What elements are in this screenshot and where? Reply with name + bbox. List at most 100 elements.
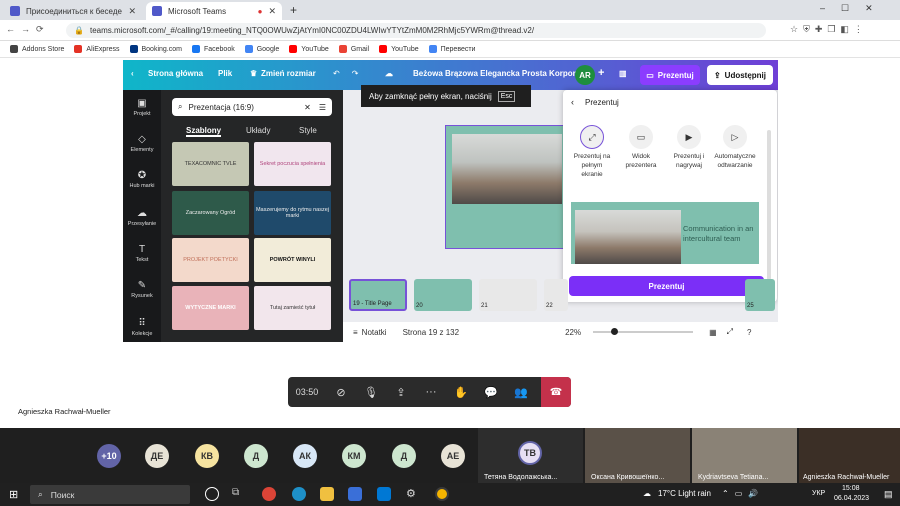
sidebar-item-elements[interactable]: ◇ Elementy	[123, 134, 161, 153]
store-icon[interactable]	[348, 487, 362, 501]
template-thumbnail[interactable]: TEXACOMNIC TVLE	[172, 142, 249, 186]
bookmark-item[interactable]: Booking.com	[129, 45, 182, 53]
option-present-record[interactable]: ▶︎ Prezentuj i nagrywaj	[667, 125, 711, 170]
template-thumbnail[interactable]: Maszerujemy do rytmu naszej marki	[254, 191, 331, 235]
participant-tile[interactable]: ТВ Тетяна Водолажська...	[478, 428, 583, 483]
bookmark-item[interactable]: Google	[244, 45, 279, 53]
template-thumbnail[interactable]: Sekret poczucia spełnienia	[254, 142, 331, 186]
cortana-icon[interactable]	[205, 487, 219, 501]
template-search-input[interactable]: ⌕ Prezentacja (16:9) ✕ ☰	[172, 98, 332, 116]
browser-icon[interactable]	[292, 487, 306, 501]
participant-avatar[interactable]: КВ	[195, 444, 219, 468]
windows-start-icon[interactable]: ⊞	[9, 488, 18, 501]
close-icon[interactable]: ✕	[268, 6, 276, 17]
chat-button[interactable]: 💬	[476, 377, 506, 407]
scrollbar[interactable]	[767, 130, 771, 280]
mic-off-button[interactable]: 🎙	[356, 377, 386, 407]
bookmark-item[interactable]: Facebook	[191, 45, 235, 53]
option-autoplay[interactable]: ▷ Automatyczne odtwarzanie	[713, 125, 757, 170]
sidebar-item-text[interactable]: T Tekst	[123, 244, 161, 263]
template-thumbnail[interactable]: POWRÓT WINYLI	[254, 238, 331, 282]
clear-icon[interactable]: ✕	[304, 103, 311, 112]
avatar[interactable]: AR	[575, 65, 595, 85]
camera-off-button[interactable]: ⊘	[326, 377, 356, 407]
language-indicator[interactable]: УКР	[812, 490, 825, 497]
file-menu[interactable]: Plik	[218, 69, 232, 78]
template-thumbnail[interactable]: Tutaj zamieść tytuł	[254, 286, 331, 330]
option-presenter-view[interactable]: ▭ Widok prezentera	[619, 125, 663, 170]
tab-microsoft-teams[interactable]: Microsoft Teams ● ✕	[146, 2, 282, 20]
template-thumbnail[interactable]: Zaczarowany Ogród	[172, 191, 249, 235]
undo-redo-icons[interactable]: ↶↷	[333, 69, 370, 78]
participant-avatar[interactable]: Д	[244, 444, 268, 468]
bookmark-item[interactable]: Addons Store	[10, 45, 64, 53]
nav-buttons[interactable]: ←→⟳	[6, 24, 50, 35]
filter-icon[interactable]: ☰	[319, 103, 326, 112]
page-thumbnail[interactable]: 22	[544, 279, 568, 311]
page-thumbnail[interactable]: 19 - Title Page	[349, 279, 407, 311]
participant-avatar[interactable]: АК	[293, 444, 317, 468]
page-thumbnail[interactable]: 20	[414, 279, 472, 311]
analytics-icon[interactable]: ▥	[619, 69, 627, 78]
template-thumbnail[interactable]: PROJEKT POETYCKI	[172, 238, 249, 282]
tab-templates[interactable]: Szablony	[186, 126, 222, 137]
share-screen-button[interactable]: ⇪	[386, 377, 416, 407]
page-thumbnail[interactable]: 25	[745, 279, 775, 311]
bookmark-item[interactable]: Gmail	[338, 45, 369, 53]
sidebar-item-collections[interactable]: ⠿ Kolekcje	[123, 318, 161, 337]
option-fullscreen[interactable]: ⤢ Prezentuj na pełnym ekranie	[570, 125, 614, 179]
present-button[interactable]: ▭ Prezentuj	[640, 65, 700, 85]
participant-video[interactable]: Оксана Кривошеїнко...	[585, 428, 690, 483]
settings-icon[interactable]: ⚙	[406, 487, 420, 501]
slide-canvas[interactable]	[445, 125, 567, 249]
template-thumbnail[interactable]: WYTYCZNE MARKI	[172, 286, 249, 330]
task-view-icon[interactable]: ⧉	[232, 487, 246, 501]
tab-styles[interactable]: Style	[299, 126, 317, 135]
bookmark-item[interactable]: YouTube	[379, 45, 419, 53]
raise-hand-button[interactable]: ✋	[446, 377, 476, 407]
more-button[interactable]: ···	[416, 377, 446, 407]
address-bar[interactable]: 🔒 teams.microsoft.com/_#/calling/19:meeti…	[66, 23, 766, 38]
back-chevron-icon[interactable]: ‹	[571, 97, 574, 107]
sidebar-item-brand-hub[interactable]: ✪ Hub marki	[123, 170, 161, 189]
share-button[interactable]: ⇪ Udostępnij	[707, 65, 773, 85]
notifications-icon[interactable]: ▤	[884, 489, 893, 500]
bookmark-item[interactable]: Перевести	[428, 45, 475, 53]
zoom-slider[interactable]	[593, 328, 694, 335]
new-tab-button[interactable]: +	[290, 3, 297, 17]
page-thumbnail[interactable]: 21	[479, 279, 537, 311]
participant-avatar[interactable]: ДЕ	[145, 444, 169, 468]
tab-join-conversation[interactable]: Присоединиться к беседе ✕	[4, 2, 142, 20]
more-participants[interactable]: +10	[97, 444, 121, 468]
clock-date[interactable]: 06.04.2023	[834, 495, 869, 502]
participant-avatar[interactable]: КМ	[342, 444, 366, 468]
tray-icons[interactable]: ⌃▭🔊	[722, 489, 764, 498]
extension-icons[interactable]: ☆⛨✚❒◧⋮	[790, 24, 890, 35]
document-title[interactable]: Beżowa Brązowa Elegancka Prosta Korpor..…	[413, 69, 582, 78]
sidebar-item-uploads[interactable]: ☁ Przesyłanie	[123, 208, 161, 227]
folder-icon[interactable]	[320, 487, 334, 501]
close-icon[interactable]: ✕	[128, 6, 136, 17]
bookmark-item[interactable]: YouTube	[289, 45, 329, 53]
participant-video[interactable]: Kydriavtseva Tetiana...	[692, 428, 797, 483]
help-icon[interactable]: ?	[747, 328, 751, 337]
fullscreen-icon[interactable]: ⤢	[727, 327, 733, 337]
home-link[interactable]: Strona główna	[148, 69, 203, 78]
notes-button[interactable]: Notatki	[362, 328, 387, 337]
participant-video[interactable]: Agnieszka Rachwał-Mueller	[799, 428, 900, 483]
add-user-icon[interactable]: +	[598, 67, 604, 79]
participant-avatar[interactable]: АЕ	[441, 444, 465, 468]
sidebar-item-project[interactable]: ▣ Projekt	[123, 98, 161, 117]
participant-avatar[interactable]: Д	[392, 444, 416, 468]
resize-menu[interactable]: Zmień rozmiar	[261, 69, 316, 78]
bookmark-item[interactable]: AliExpress	[74, 45, 120, 53]
clock-time[interactable]: 15:08	[842, 485, 860, 492]
tab-layouts[interactable]: Układy	[246, 126, 270, 135]
taskbar-search[interactable]: ⌕ Поиск	[30, 485, 190, 504]
chrome-active-icon[interactable]	[435, 487, 449, 501]
window-controls[interactable]: –☐✕	[820, 3, 889, 14]
weather-widget[interactable]: 17°C Light rain	[658, 489, 711, 498]
grid-view-icon[interactable]: ▦	[709, 328, 717, 337]
mail-icon[interactable]	[377, 487, 391, 501]
back-chevron-icon[interactable]: ‹	[131, 69, 134, 78]
